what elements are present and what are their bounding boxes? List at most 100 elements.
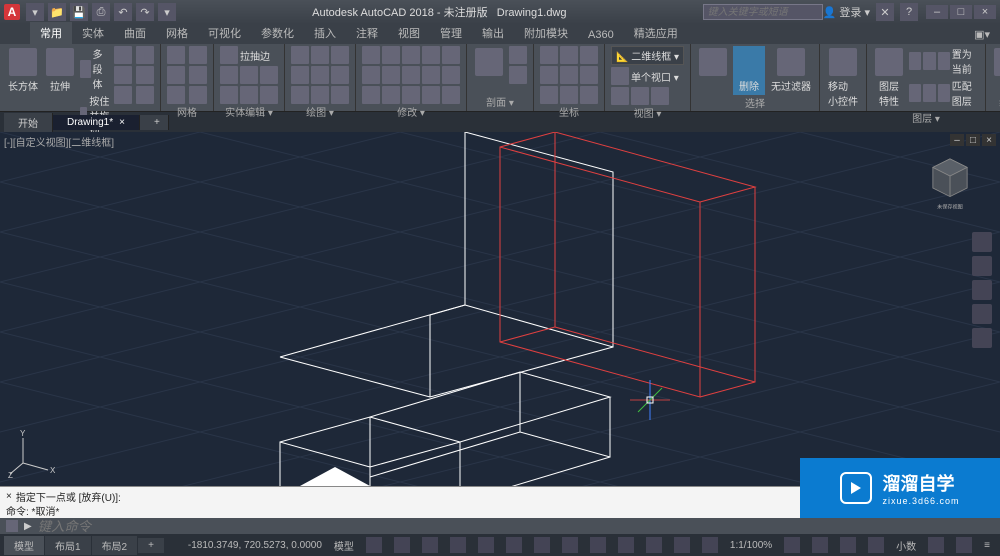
mesh-icon[interactable] [167, 66, 185, 84]
liveS-icon[interactable] [509, 46, 527, 64]
lay1-icon[interactable] [909, 52, 921, 70]
nav-wheel-icon[interactable] [972, 232, 992, 252]
customize-button[interactable]: ≡ [978, 540, 996, 551]
rotate-icon[interactable] [402, 46, 420, 64]
dyn-toggle-icon[interactable] [590, 537, 606, 553]
line-icon[interactable] [291, 46, 309, 64]
smooth-icon[interactable] [167, 46, 185, 64]
subtract-icon[interactable] [136, 66, 154, 84]
ribbon-tab-addins[interactable]: 附加模块 [514, 22, 578, 44]
se1-icon[interactable] [220, 66, 238, 84]
ortho-toggle-icon[interactable] [422, 537, 438, 553]
new-tab-button[interactable]: + [140, 115, 169, 130]
snap-toggle-icon[interactable] [394, 537, 410, 553]
panel-label[interactable]: 坐标 [540, 104, 598, 119]
tab-start[interactable]: 开始 [4, 113, 53, 132]
rect-icon[interactable] [311, 66, 329, 84]
panel-label[interactable]: 网格 [167, 104, 207, 119]
app-icon[interactable]: A [4, 4, 20, 20]
ribbon-tab-a360[interactable]: A360 [578, 26, 624, 44]
qat-saveas-icon[interactable]: ⎙ [92, 3, 110, 21]
sweep-icon[interactable] [114, 86, 132, 104]
mirror-icon[interactable] [442, 46, 460, 64]
ribbon-tab-mesh[interactable]: 网格 [156, 22, 198, 44]
tab-drawing1[interactable]: Drawing1*× [53, 115, 140, 130]
pt-icon[interactable] [331, 86, 349, 104]
annoscale-dropdown[interactable]: 1:1/100% [724, 540, 778, 551]
extractedge-label[interactable]: 拉抽边 [240, 48, 270, 63]
qat-save-icon[interactable]: 💾 [70, 3, 88, 21]
chamfer-icon[interactable] [382, 86, 400, 104]
ribbon-tab-output[interactable]: 输出 [472, 22, 514, 44]
iso-icon[interactable] [928, 537, 944, 553]
vp-max-icon[interactable]: □ [966, 134, 980, 146]
matchlayer-label[interactable]: 匹配图层 [952, 78, 979, 108]
lwt-toggle-icon[interactable] [618, 537, 634, 553]
osnap-toggle-icon[interactable] [478, 537, 494, 553]
close-button[interactable]: × [974, 5, 996, 19]
filletm-icon[interactable] [402, 86, 420, 104]
nav-orbit-icon[interactable] [972, 304, 992, 324]
tab-close-icon[interactable]: × [119, 117, 125, 128]
clean-icon[interactable] [956, 537, 972, 553]
qat-new-icon[interactable]: ▾ [26, 3, 44, 21]
lay4-icon[interactable] [909, 84, 921, 102]
circle-icon[interactable] [331, 46, 349, 64]
move-icon[interactable] [362, 46, 380, 64]
units-dropdown[interactable]: 小数 [890, 538, 922, 553]
intersect-icon[interactable] [136, 86, 154, 104]
viewport[interactable]: [-][自定义视图][二维线框] – □ × [0, 132, 1000, 486]
visual-style-dropdown[interactable]: 📐 二维线框 ▾ [611, 46, 684, 65]
cmd-close[interactable]: × [6, 489, 12, 503]
qat-redo-icon[interactable]: ↷ [136, 3, 154, 21]
nofilter-button[interactable]: 无过滤器 [769, 46, 813, 95]
otrack-toggle-icon[interactable] [534, 537, 550, 553]
model-space-button[interactable]: 模型 [328, 538, 360, 553]
mode2-icon[interactable] [189, 66, 207, 84]
annovisibility-icon[interactable] [812, 537, 828, 553]
culling-button[interactable] [697, 46, 729, 78]
ucs9-icon[interactable] [580, 86, 598, 104]
ucs6-icon[interactable] [580, 66, 598, 84]
align-icon[interactable] [422, 86, 440, 104]
erase-icon[interactable] [442, 66, 460, 84]
pline-icon[interactable] [311, 46, 329, 64]
delete-button[interactable]: 删除 [733, 46, 765, 95]
qat-more-icon[interactable]: ▾ [158, 3, 176, 21]
nav-pan-icon[interactable] [972, 256, 992, 276]
ribbon-collapse-icon[interactable]: ▣▾ [964, 25, 1000, 44]
grid-toggle-icon[interactable] [366, 537, 382, 553]
se2-icon[interactable] [240, 66, 258, 84]
panel-label[interactable]: 修改 ▾ [362, 104, 460, 119]
ribbon-tab-parametric[interactable]: 参数化 [251, 22, 304, 44]
coords-readout[interactable]: -1810.3749, 720.5273, 0.0000 [182, 540, 328, 551]
vp4-icon[interactable] [651, 87, 669, 105]
ribbon-tab-home[interactable]: 常用 [30, 22, 72, 44]
nav-zoom-icon[interactable] [972, 280, 992, 300]
vp3-icon[interactable] [631, 87, 649, 105]
se5-icon[interactable] [240, 86, 258, 104]
trim-icon[interactable] [422, 46, 440, 64]
ribbon-tab-insert[interactable]: 插入 [304, 22, 346, 44]
command-input[interactable] [38, 519, 994, 534]
panel-label[interactable]: 实体编辑 ▾ [220, 104, 278, 119]
group-button[interactable] [992, 46, 1000, 78]
setcurrent-label[interactable]: 置为当前 [952, 46, 979, 76]
se6-icon[interactable] [260, 86, 278, 104]
lay6-icon[interactable] [938, 84, 950, 102]
sc-toggle-icon[interactable] [702, 537, 718, 553]
panel-label[interactable]: 图层 ▾ [873, 110, 979, 125]
ucs8-icon[interactable] [560, 86, 578, 104]
nav-showmotion-icon[interactable] [972, 328, 992, 348]
se3-icon[interactable] [260, 66, 278, 84]
array-icon[interactable] [402, 66, 420, 84]
lay3-icon[interactable] [938, 52, 950, 70]
vp2-icon[interactable] [611, 87, 629, 105]
panel-label[interactable]: 组 ▾ [992, 94, 1000, 109]
ucs4-icon[interactable] [540, 66, 558, 84]
vp-min-icon[interactable]: – [950, 134, 964, 146]
stretch-icon[interactable] [362, 66, 380, 84]
qat-open-icon[interactable]: 📁 [48, 3, 66, 21]
polar-toggle-icon[interactable] [450, 537, 466, 553]
layer-props-button[interactable]: 图层 特性 [873, 46, 905, 110]
